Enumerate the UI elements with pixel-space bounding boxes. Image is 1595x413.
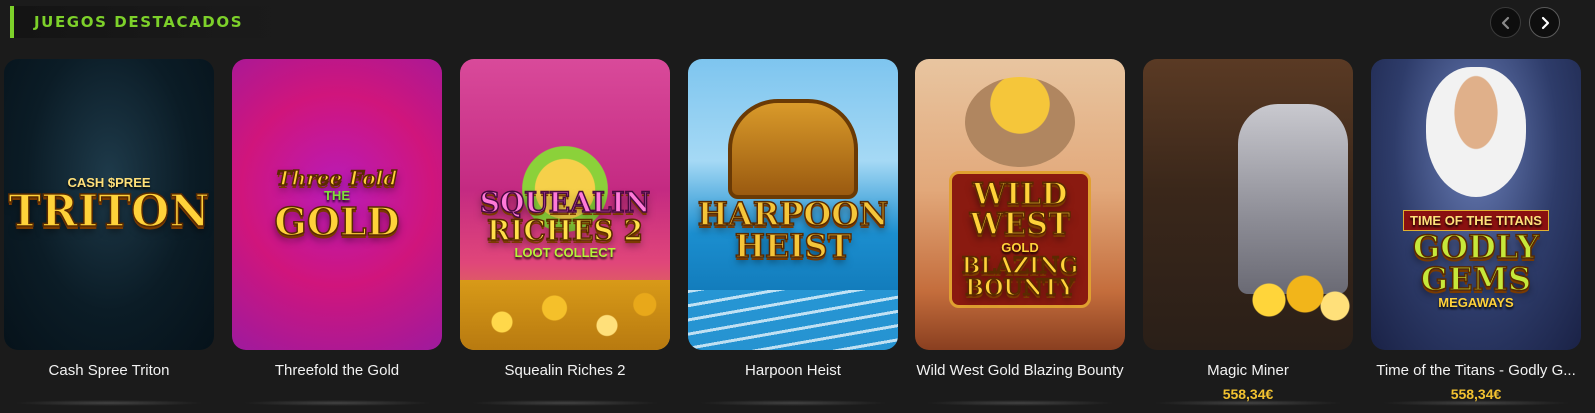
miner-character — [1238, 104, 1348, 294]
game-title[interactable]: Cash Spree Triton — [0, 361, 220, 380]
game-card[interactable]: Magic Miner 558,34€ — [1143, 59, 1353, 402]
game-card[interactable]: HARPOON HEIST Harpoon Heist — [688, 59, 898, 379]
card-shadow — [698, 400, 888, 406]
carousel-next-button[interactable] — [1529, 7, 1560, 38]
gold-sack — [965, 77, 1075, 167]
section-header: JUEGOS DESTACADOS — [10, 6, 285, 38]
game-title[interactable]: Squealin Riches 2 — [454, 361, 676, 380]
game-title[interactable]: Time of the Titans - Godly G... — [1365, 361, 1587, 380]
card-shadow — [14, 400, 204, 406]
chevron-right-icon — [1541, 16, 1549, 29]
card-shadow — [242, 400, 432, 406]
game-logo: TIME OF THE TITANS GODLY GEMS MEGAWAYS — [1403, 209, 1549, 310]
game-thumbnail[interactable]: Three Fold THE GOLD — [232, 59, 442, 350]
section-title: JUEGOS DESTACADOS — [34, 13, 244, 31]
game-logo: CASH $PREE TRITON — [8, 175, 211, 237]
carousel-prev-button[interactable] — [1490, 7, 1521, 38]
game-card[interactable]: WILD WEST GOLD BLAZING BOUNTY Wild West … — [915, 59, 1125, 379]
game-thumbnail[interactable]: CASH $PREE TRITON — [4, 59, 214, 350]
gold-nuggets — [1233, 270, 1353, 330]
treasure-chest — [728, 99, 858, 199]
card-shadow — [470, 400, 660, 406]
game-title[interactable]: Wild West Gold Blazing Bounty — [909, 361, 1131, 380]
game-card[interactable]: CASH $PREE TRITON Cash Spree Triton — [4, 59, 214, 379]
game-thumbnail[interactable]: SQUEALIN RICHES 2 LOOT COLLECT — [460, 59, 670, 350]
card-shadow — [1381, 400, 1571, 406]
card-shadow — [925, 400, 1115, 406]
game-card[interactable]: TIME OF THE TITANS GODLY GEMS MEGAWAYS T… — [1371, 59, 1581, 402]
game-logo: HARPOON HEIST — [697, 194, 889, 265]
game-thumbnail[interactable]: TIME OF THE TITANS GODLY GEMS MEGAWAYS — [1371, 59, 1581, 350]
chevron-left-icon — [1501, 16, 1509, 29]
game-card[interactable]: SQUEALIN RICHES 2 LOOT COLLECT Squealin … — [460, 59, 670, 379]
game-title[interactable]: Magic Miner — [1137, 361, 1359, 380]
game-thumbnail[interactable]: WILD WEST GOLD BLAZING BOUNTY — [915, 59, 1125, 350]
game-logo: Three Fold THE GOLD — [274, 166, 401, 244]
game-thumbnail[interactable]: HARPOON HEIST — [688, 59, 898, 350]
game-title[interactable]: Threefold the Gold — [226, 361, 448, 380]
game-title[interactable]: Harpoon Heist — [682, 361, 904, 380]
game-logo: WILD WEST GOLD BLAZING BOUNTY — [948, 171, 1092, 308]
game-logo: SQUEALIN RICHES 2 LOOT COLLECT — [479, 186, 651, 260]
zeus-character — [1426, 67, 1526, 197]
game-thumbnail[interactable] — [1143, 59, 1353, 350]
game-card[interactable]: Three Fold THE GOLD Threefold the Gold — [232, 59, 442, 379]
card-shadow — [1153, 400, 1343, 406]
coins-decoration — [460, 280, 670, 350]
waves-decoration — [688, 290, 898, 350]
